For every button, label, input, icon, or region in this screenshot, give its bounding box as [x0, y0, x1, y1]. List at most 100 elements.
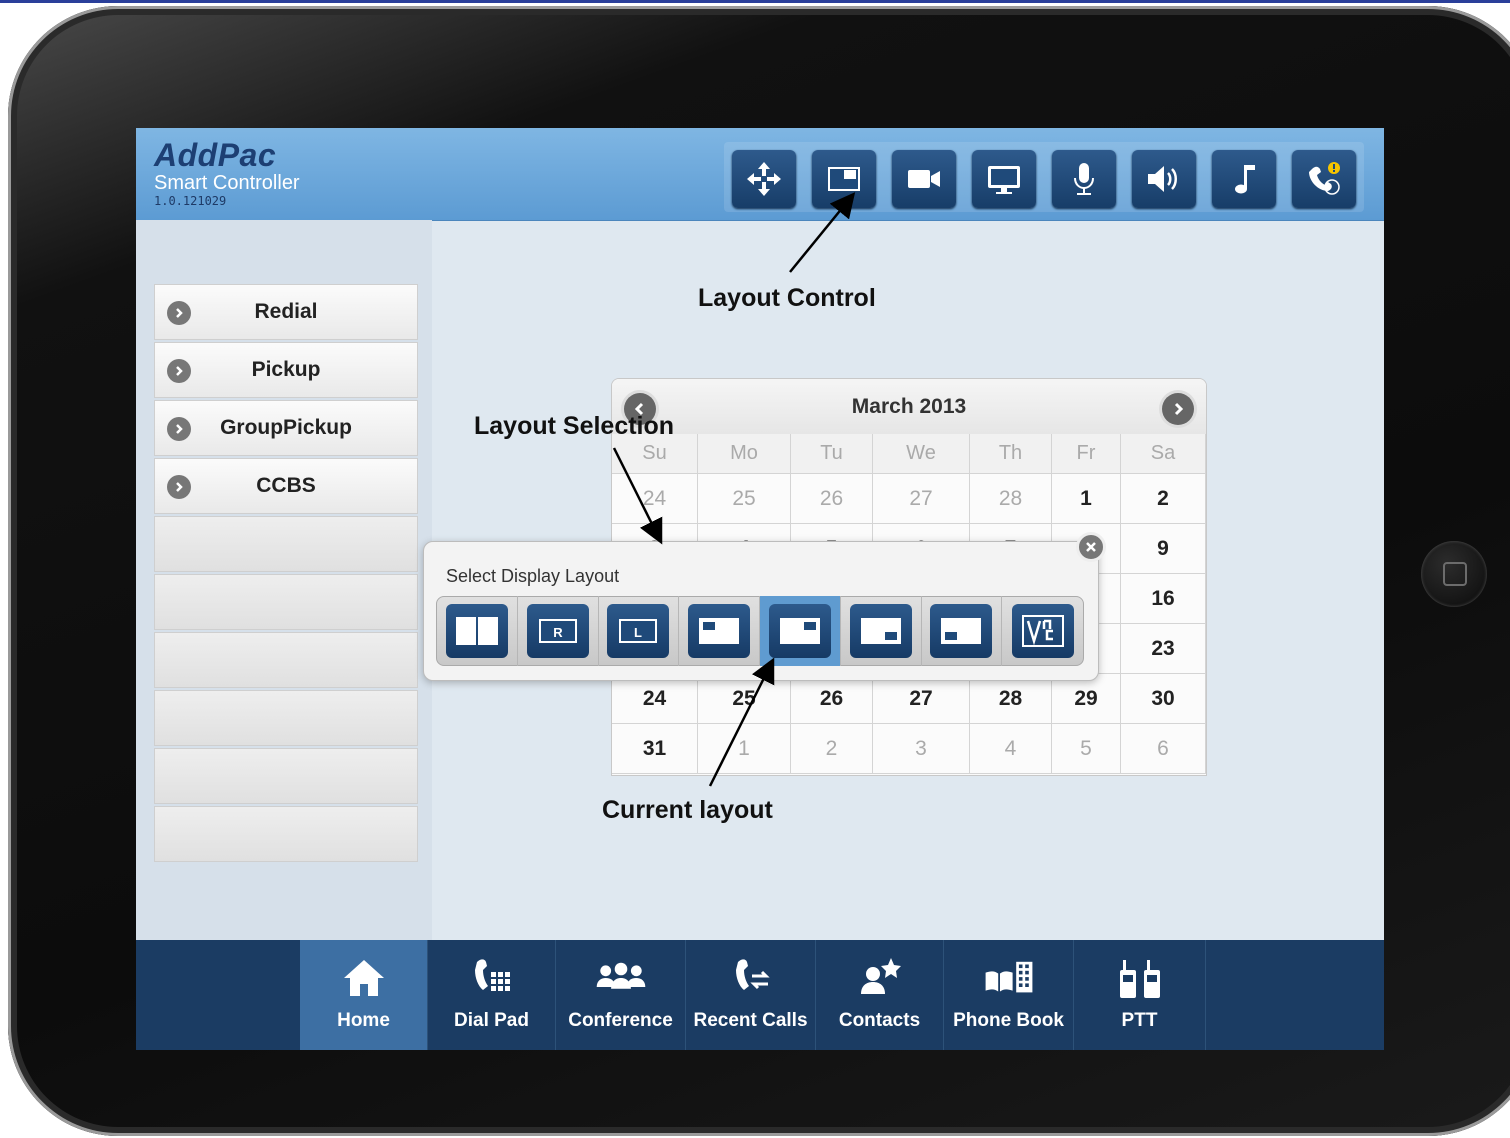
bottom-tab-bar: Home Dial Pad Conference Recent Calls Co…: [136, 940, 1384, 1050]
home-icon: [343, 960, 384, 996]
pip-top-right-layout-icon: [779, 618, 820, 644]
chevron-right-icon: [167, 301, 191, 325]
calendar-day-cell[interactable]: 24: [612, 474, 698, 524]
tab-phone-book[interactable]: Phone Book: [944, 940, 1074, 1050]
calendar-day-cell[interactable]: 9: [1121, 524, 1206, 574]
layout-control-button[interactable]: [812, 150, 876, 208]
control-toolbar: [724, 142, 1364, 212]
sidebar-item-ccbs[interactable]: CCBS: [154, 458, 418, 514]
calendar-day-cell[interactable]: 26: [791, 674, 873, 724]
tab-home[interactable]: Home: [300, 940, 428, 1050]
tab-label: Dial Pad: [454, 1010, 529, 1031]
calendar-day-cell[interactable]: 27: [873, 474, 970, 524]
sidebar-empty-slot: [154, 574, 418, 630]
layout-option-pip-top-right-current[interactable]: [760, 596, 841, 666]
camera-button[interactable]: [892, 150, 956, 208]
layout-option-pip-bottom-left[interactable]: [922, 596, 1003, 666]
sidebar-empty-slot: [154, 690, 418, 746]
right-main-layout-icon: R: [538, 619, 577, 643]
popup-close-button[interactable]: [1076, 532, 1106, 562]
calendar-week-row: 24 25 26 27 28 29 30: [612, 674, 1206, 724]
weekday-label: Fr: [1052, 434, 1121, 474]
tab-contacts[interactable]: Contacts: [816, 940, 944, 1050]
calendar-day-cell[interactable]: 23: [1121, 624, 1206, 674]
calendar-day-cell[interactable]: 31: [612, 724, 698, 774]
layout-option-vc[interactable]: [1002, 596, 1083, 666]
speaker-icon: [1148, 166, 1177, 192]
pip-bottom-left-layout-icon: [941, 618, 982, 644]
music-button[interactable]: [1212, 150, 1276, 208]
sidebar-item-pickup[interactable]: Pickup: [154, 342, 418, 398]
tab-label: Conference: [568, 1010, 673, 1031]
tab-label: Home: [337, 1010, 390, 1031]
chevron-right-icon: [167, 417, 191, 441]
sidebar-empty-slot: [154, 632, 418, 688]
recent-calls-icon: [735, 959, 770, 990]
phone-settings-icon: [1309, 162, 1340, 195]
calendar-day-cell[interactable]: 2: [791, 724, 873, 774]
calendar-day-cell[interactable]: 5: [1052, 724, 1121, 774]
calendar-day-cell[interactable]: 24: [612, 674, 698, 724]
dialpad-icon: [474, 959, 510, 991]
layout-option-pip-top-left[interactable]: [679, 596, 760, 666]
layout-option-split[interactable]: [437, 596, 518, 666]
calendar-day-cell[interactable]: 4: [970, 724, 1052, 774]
calendar-week-row: 24 25 26 27 28 1 2: [612, 474, 1206, 524]
chevron-right-icon: [167, 475, 191, 499]
weekday-label: Tu: [791, 434, 873, 474]
tab-conference[interactable]: Conference: [556, 940, 686, 1050]
calendar-month-title: March 2013: [851, 395, 967, 418]
tab-label: Contacts: [838, 1010, 921, 1031]
calendar-day-cell[interactable]: 6: [1121, 724, 1206, 774]
calendar-day-cell[interactable]: 27: [873, 674, 970, 724]
sidebar-item-label: Pickup: [251, 358, 321, 381]
calendar-day-cell[interactable]: 2: [1121, 474, 1206, 524]
pip-bottom-right-layout-icon: [860, 618, 901, 644]
layout-selection-popup: Select Display Layout R L: [423, 532, 1106, 681]
weekday-label: We: [873, 434, 970, 474]
sidebar-item-label: GroupPickup: [220, 416, 352, 439]
calendar-day-cell[interactable]: 26: [791, 474, 873, 524]
layout-icon: [828, 167, 860, 191]
calendar-day-cell[interactable]: 1: [1052, 474, 1121, 524]
calendar-weekday-row: Su Mo Tu We Th Fr Sa: [612, 434, 1206, 474]
layout-option-pip-bottom-right[interactable]: [841, 596, 922, 666]
tab-recent-calls[interactable]: Recent Calls: [686, 940, 816, 1050]
tab-dial-pad[interactable]: Dial Pad: [428, 940, 556, 1050]
sidebar-item-redial[interactable]: Redial: [154, 284, 418, 340]
phone-settings-button[interactable]: [1292, 150, 1356, 208]
calendar-day-cell[interactable]: 25: [698, 474, 791, 524]
calendar-next-button[interactable]: [1162, 393, 1194, 425]
tab-label: Phone Book: [953, 1010, 1064, 1031]
tablet-home-button[interactable]: [1421, 541, 1487, 607]
speaker-button[interactable]: [1132, 150, 1196, 208]
microphone-icon: [1074, 163, 1094, 195]
calendar-day-cell[interactable]: 3: [873, 724, 970, 774]
monitor-icon: [988, 166, 1020, 194]
layout-r-letter: R: [553, 625, 563, 640]
microphone-button[interactable]: [1052, 150, 1116, 208]
chevron-right-icon: [167, 359, 191, 383]
layout-option-left-main[interactable]: L: [599, 596, 680, 666]
app-header: AddPac Smart Controller 1.0.121029: [136, 128, 1384, 221]
layout-l-letter: L: [634, 625, 642, 640]
calendar-day-cell[interactable]: 28: [970, 674, 1052, 724]
layout-option-right-main[interactable]: R: [518, 596, 599, 666]
calendar-day-cell[interactable]: 25: [698, 674, 791, 724]
calendar-day-cell[interactable]: 30: [1121, 674, 1206, 724]
calendar-day-cell[interactable]: 16: [1121, 574, 1206, 624]
monitor-button[interactable]: [972, 150, 1036, 208]
tab-label: Recent Calls: [693, 1010, 808, 1031]
chevron-right-icon: [1174, 402, 1184, 416]
sidebar-item-grouppickup[interactable]: GroupPickup: [154, 400, 418, 456]
split-layout-icon: [455, 617, 498, 645]
calendar-day-cell[interactable]: 1: [698, 724, 791, 774]
vc-layout-icon: [1021, 615, 1064, 647]
move-button[interactable]: [732, 150, 796, 208]
close-icon: [1086, 542, 1096, 552]
sidebar-item-label: CCBS: [256, 474, 316, 497]
sidebar-empty-slot: [154, 516, 418, 572]
calendar-day-cell[interactable]: 28: [970, 474, 1052, 524]
tab-ptt[interactable]: PTT: [1074, 940, 1206, 1050]
calendar-day-cell[interactable]: 29: [1052, 674, 1121, 724]
